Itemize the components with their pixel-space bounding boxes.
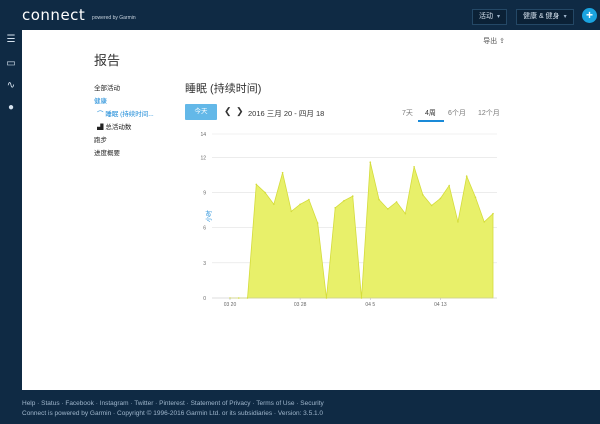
x-tick-label: 04 5	[365, 302, 375, 308]
tab-4-weeks[interactable]: 4周	[425, 108, 436, 118]
data-point	[404, 212, 407, 215]
next-arrow-icon[interactable]: ❯	[236, 106, 244, 117]
nav-progress[interactable]: 进度概要	[94, 147, 154, 157]
top-bar: connect powered by Garmin 活动 ▾ 健康 & 健身 ▾ +	[0, 0, 600, 30]
user-icon[interactable]: ●	[5, 102, 17, 114]
data-point	[290, 210, 293, 213]
tab-12-months[interactable]: 12个月	[478, 108, 500, 118]
data-point	[316, 222, 319, 224]
sidebar: ☰ ▭ ∿ ●	[0, 30, 22, 390]
data-point	[308, 198, 310, 201]
y-axis-label: 小时	[205, 210, 213, 222]
data-point	[448, 184, 450, 187]
y-tick-label: 14	[200, 132, 206, 138]
tab-6-months[interactable]: 6个月	[448, 108, 466, 118]
y-tick-label: 9	[203, 191, 206, 197]
logo-subtitle: powered by Garmin	[92, 15, 136, 21]
data-point	[281, 171, 284, 174]
inbox-icon[interactable]: ▭	[5, 58, 17, 70]
y-tick-label: 6	[203, 226, 206, 232]
bar-chart-icon: ▟	[97, 124, 104, 131]
data-point	[325, 297, 328, 299]
data-point	[334, 207, 336, 209]
chevron-down-icon: ▾	[497, 14, 501, 20]
report-nav: 全部活动 健康 ⌒ 睡眠 (持续时间... ▟ 总活动数 跑步 进度概要	[94, 82, 154, 160]
data-point	[413, 166, 415, 168]
data-point	[483, 221, 486, 223]
health-menu-label: 健康 & 健身	[523, 13, 560, 20]
footer-copyright: Connect is powered by Garmin · Copyright…	[22, 410, 324, 417]
sleep-icon: ⌒	[97, 111, 104, 118]
data-point	[378, 198, 380, 201]
sleep-duration-chart: 0 3 6 9 12 14 小时 03 20 03 28 04 5 04 13	[200, 132, 497, 308]
data-point	[422, 194, 424, 196]
nav-running[interactable]: 跑步	[94, 134, 154, 144]
chevron-down-icon: ▾	[563, 14, 567, 20]
menu-icon[interactable]: ☰	[5, 34, 17, 46]
data-point	[273, 203, 275, 206]
data-point	[369, 161, 372, 163]
page-title: 报告	[94, 53, 121, 68]
x-tick-label: 04 13	[434, 302, 447, 308]
data-point	[430, 204, 433, 207]
data-point	[264, 191, 266, 194]
data-point	[387, 208, 389, 210]
y-tick-label: 3	[203, 261, 206, 267]
activity-menu-label: 活动	[479, 13, 493, 20]
data-point	[343, 199, 345, 202]
tab-7-days[interactable]: 7天	[402, 108, 413, 118]
data-point	[492, 212, 494, 215]
app-logo[interactable]: connect	[22, 6, 85, 24]
data-point	[465, 175, 468, 177]
nav-total-steps-label: 总活动数	[105, 124, 132, 131]
data-point	[457, 221, 459, 223]
data-point	[237, 297, 240, 299]
prev-arrow-icon[interactable]: ❮	[224, 106, 232, 117]
data-point	[246, 297, 249, 299]
data-point	[474, 196, 477, 199]
date-range: 2016 三月 20 - 四月 18	[248, 109, 325, 118]
export-icon: ⇪	[499, 38, 505, 45]
nav-all-activity[interactable]: 全部活动	[94, 82, 154, 92]
data-point	[395, 201, 398, 203]
activity-menu-button[interactable]: 活动 ▾	[472, 9, 508, 25]
health-menu-button[interactable]: 健康 & 健身 ▾	[516, 9, 574, 25]
nav-sleep-label: 睡眠 (持续时间...	[105, 111, 154, 118]
nav-sleep[interactable]: ⌒ 睡眠 (持续时间...	[94, 108, 154, 118]
y-tick-label: 0	[203, 296, 206, 302]
add-button[interactable]: +	[582, 8, 597, 23]
x-tick-label: 03 20	[224, 302, 237, 308]
footer-links[interactable]: Help · Status · Facebook · Instagram · T…	[22, 400, 324, 407]
x-tick-label: 03 28	[294, 302, 307, 308]
footer: Help · Status · Facebook · Instagram · T…	[22, 400, 324, 417]
y-tick-label: 12	[200, 155, 206, 161]
data-point	[439, 197, 442, 200]
data-point	[351, 195, 354, 197]
link-icon[interactable]: ∿	[5, 80, 17, 92]
main-panel: 导出 ⇪ 报告 全部活动 健康 ⌒ 睡眠 (持续时间... ▟ 总活动数 跑步 …	[22, 30, 600, 390]
chart-title: 睡眠 (持续时间)	[185, 83, 262, 95]
data-point	[255, 183, 258, 186]
export-label: 导出	[483, 38, 498, 45]
nav-health[interactable]: 健康	[94, 95, 154, 105]
today-button[interactable]: 今天	[185, 104, 217, 120]
data-point	[299, 203, 301, 206]
sleep-area-series	[230, 162, 494, 299]
export-link[interactable]: 导出 ⇪	[483, 36, 505, 46]
nav-total-steps[interactable]: ▟ 总活动数	[94, 121, 154, 131]
data-point	[360, 297, 363, 299]
active-tab-indicator	[418, 120, 444, 122]
